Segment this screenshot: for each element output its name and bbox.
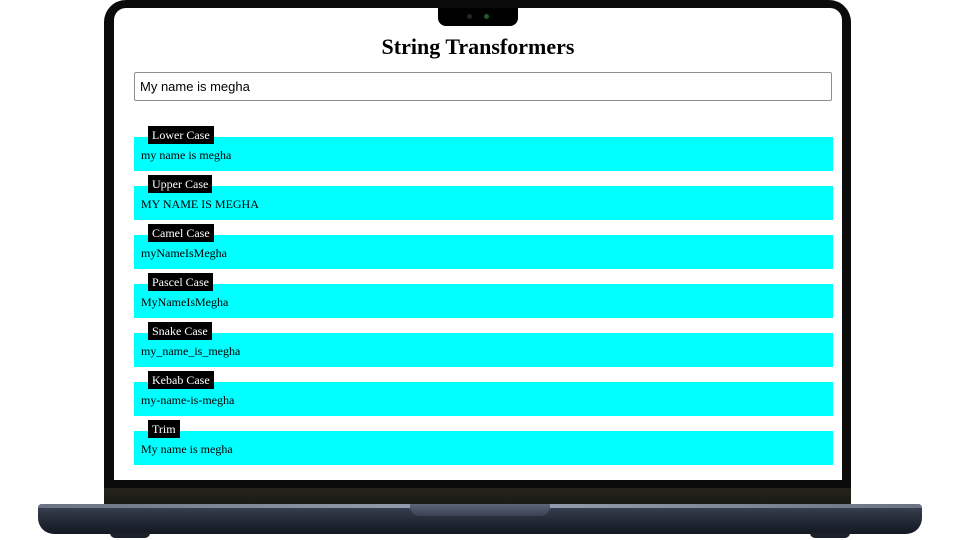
result-value: My name is megha (141, 442, 233, 456)
page-title: String Transformers (381, 34, 575, 59)
laptop-foot-left (110, 533, 150, 538)
app-screen: String Transformers Lower Case my name i… (114, 8, 842, 480)
result-box (134, 284, 833, 318)
result-value: MyNameIsMegha (141, 295, 229, 309)
result-box (134, 382, 833, 416)
result-label: Kebab Case (148, 371, 214, 389)
result-box (134, 235, 833, 269)
laptop-foot-right (810, 533, 850, 538)
result-label: Camel Case (148, 224, 214, 242)
result-value: my-name-is-megha (141, 393, 235, 407)
laptop-lid-groove (410, 504, 550, 516)
result-upper-case: Upper Case MY NAME IS MEGHA (134, 175, 833, 220)
result-label: Lower Case (148, 126, 214, 144)
result-label: Trim (148, 420, 180, 438)
result-value: MY NAME IS MEGHA (141, 197, 259, 211)
text-input[interactable] (134, 72, 832, 101)
result-label: Pascel Case (148, 273, 213, 291)
result-pascel-case: Pascel Case MyNameIsMegha (134, 273, 833, 318)
result-box (134, 431, 833, 465)
result-value: my_name_is_megha (141, 344, 241, 358)
result-camel-case: Camel Case myNameIsMegha (134, 224, 833, 269)
result-kebab-case: Kebab Case my-name-is-megha (134, 371, 833, 416)
result-lower-case: Lower Case my name is megha (134, 126, 833, 171)
result-label: Upper Case (148, 175, 213, 193)
camera-sensor-icon (467, 14, 472, 19)
result-value: myNameIsMegha (141, 246, 227, 260)
result-box (134, 137, 833, 171)
camera-indicator-icon (484, 14, 489, 19)
result-snake-case: Snake Case my_name_is_megha (134, 322, 833, 367)
result-label: Snake Case (148, 322, 212, 340)
result-value: my name is megha (141, 148, 232, 162)
camera-notch (438, 8, 518, 26)
result-trim: Trim My name is megha (134, 420, 833, 465)
